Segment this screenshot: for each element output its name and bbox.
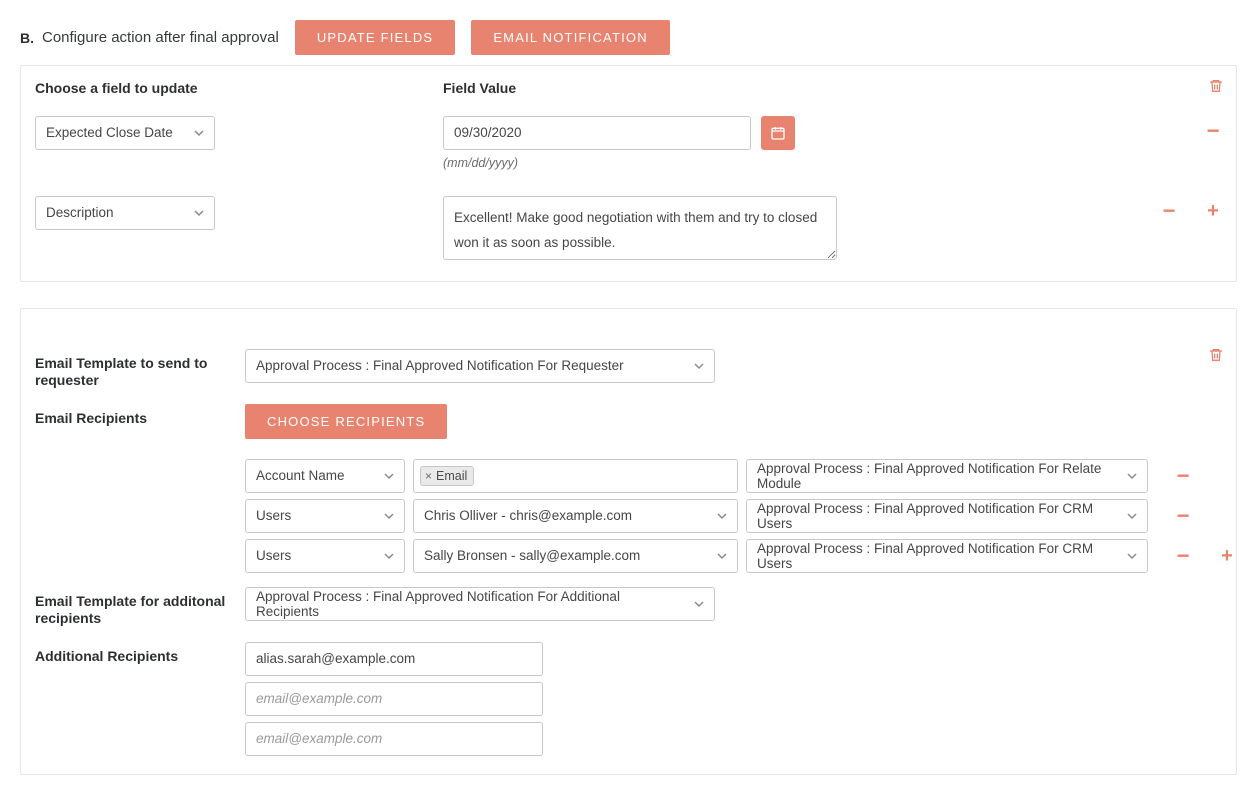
recipient-template-value: Approval Process : Final Approved Notifi… [757, 501, 1119, 531]
email-recipients-label: Email Recipients [35, 404, 245, 428]
recipient-template-select[interactable]: Approval Process : Final Approved Notifi… [746, 499, 1148, 533]
field-select-value: Description [46, 205, 114, 220]
calendar-button[interactable] [761, 116, 795, 150]
chevron-down-icon [1123, 540, 1141, 572]
recipient-row: Users Chris Olliver - chris@example.com … [245, 499, 1236, 533]
recipient-template-select[interactable]: Approval Process : Final Approved Notifi… [746, 539, 1148, 573]
recipient-source-value: Account Name [256, 468, 345, 483]
recipient-row: Account Name × Email Approval Process [245, 459, 1236, 493]
choose-recipients-button[interactable]: CHOOSE RECIPIENTS [245, 404, 447, 439]
remove-recipient-button[interactable]: − [1174, 467, 1192, 485]
recipient-user-select[interactable]: Sally Bronsen - sally@example.com [413, 539, 738, 573]
description-textarea[interactable] [443, 196, 837, 260]
field-select-value: Expected Close Date [46, 125, 173, 140]
template-additional-label: Email Template for additonal recipients [35, 587, 245, 628]
calendar-icon [770, 125, 786, 141]
section-title: Configure action after final approval [42, 29, 279, 46]
field-select[interactable]: Description [35, 196, 215, 230]
trash-icon[interactable] [1206, 76, 1226, 96]
recipient-field-tag-input[interactable]: × Email [413, 459, 738, 493]
recipient-source-value: Users [256, 508, 291, 523]
additional-recipient-input[interactable] [245, 722, 543, 756]
remove-tag-button[interactable]: × [425, 469, 432, 483]
chevron-down-icon [190, 117, 208, 149]
additional-recipient-input[interactable] [245, 682, 543, 716]
chevron-down-icon [713, 500, 731, 532]
add-row-button[interactable]: + [1204, 202, 1222, 220]
chevron-down-icon [1123, 460, 1141, 492]
chevron-down-icon [690, 350, 708, 382]
field-update-row: Expected Close Date [35, 116, 1222, 170]
update-fields-button[interactable]: UPDATE FIELDS [295, 20, 456, 55]
remove-recipient-button[interactable]: − [1174, 507, 1192, 525]
additional-recipients-label: Additional Recipients [35, 642, 245, 666]
date-input[interactable] [443, 116, 751, 150]
template-additional-value: Approval Process : Final Approved Notifi… [256, 589, 686, 619]
chevron-down-icon [713, 540, 731, 572]
chevron-down-icon [1123, 500, 1141, 532]
additional-recipients-list [245, 642, 1236, 756]
recipient-source-select[interactable]: Users [245, 539, 405, 573]
trash-icon[interactable] [1206, 345, 1226, 365]
recipient-template-value: Approval Process : Final Approved Notifi… [757, 541, 1119, 571]
add-recipient-button[interactable]: + [1218, 547, 1236, 565]
recipient-user-select[interactable]: Chris Olliver - chris@example.com [413, 499, 738, 533]
remove-row-button[interactable]: − [1160, 202, 1178, 220]
chevron-down-icon [690, 588, 708, 620]
template-requester-label: Email Template to send to requester [35, 349, 245, 390]
recipient-user-value: Chris Olliver - chris@example.com [424, 508, 632, 523]
template-requester-select[interactable]: Approval Process : Final Approved Notifi… [245, 349, 715, 383]
field-select[interactable]: Expected Close Date [35, 116, 215, 150]
chevron-down-icon [190, 197, 208, 229]
field-value-label: Field Value [443, 80, 1222, 98]
choose-field-label: Choose a field to update [35, 80, 443, 98]
update-fields-panel: Choose a field to update Field Value Exp… [20, 65, 1237, 282]
recipient-source-value: Users [256, 548, 291, 563]
additional-recipient-input[interactable] [245, 642, 543, 676]
email-notification-panel: Email Template to send to requester Appr… [20, 308, 1237, 775]
recipient-template-value: Approval Process : Final Approved Notifi… [757, 461, 1119, 491]
step-letter: B. [20, 30, 34, 46]
tag-label: Email [436, 469, 467, 483]
recipient-source-select[interactable]: Account Name [245, 459, 405, 493]
chevron-down-icon [380, 460, 398, 492]
remove-row-button[interactable]: − [1204, 122, 1222, 140]
field-update-row: Description − + [35, 196, 1222, 263]
remove-recipient-button[interactable]: − [1174, 547, 1192, 565]
template-additional-select[interactable]: Approval Process : Final Approved Notifi… [245, 587, 715, 621]
date-format-hint: (mm/dd/yyyy) [443, 156, 1148, 170]
recipient-row: Users Sally Bronsen - sally@example.com … [245, 539, 1236, 573]
recipient-source-select[interactable]: Users [245, 499, 405, 533]
recipient-user-value: Sally Bronsen - sally@example.com [424, 548, 640, 563]
section-header: B. Configure action after final approval… [20, 20, 1237, 55]
recipient-template-select[interactable]: Approval Process : Final Approved Notifi… [746, 459, 1148, 493]
template-requester-value: Approval Process : Final Approved Notifi… [256, 358, 624, 373]
chevron-down-icon [380, 540, 398, 572]
email-tag: × Email [420, 466, 474, 486]
chevron-down-icon [380, 500, 398, 532]
email-notification-button[interactable]: EMAIL NOTIFICATION [471, 20, 670, 55]
